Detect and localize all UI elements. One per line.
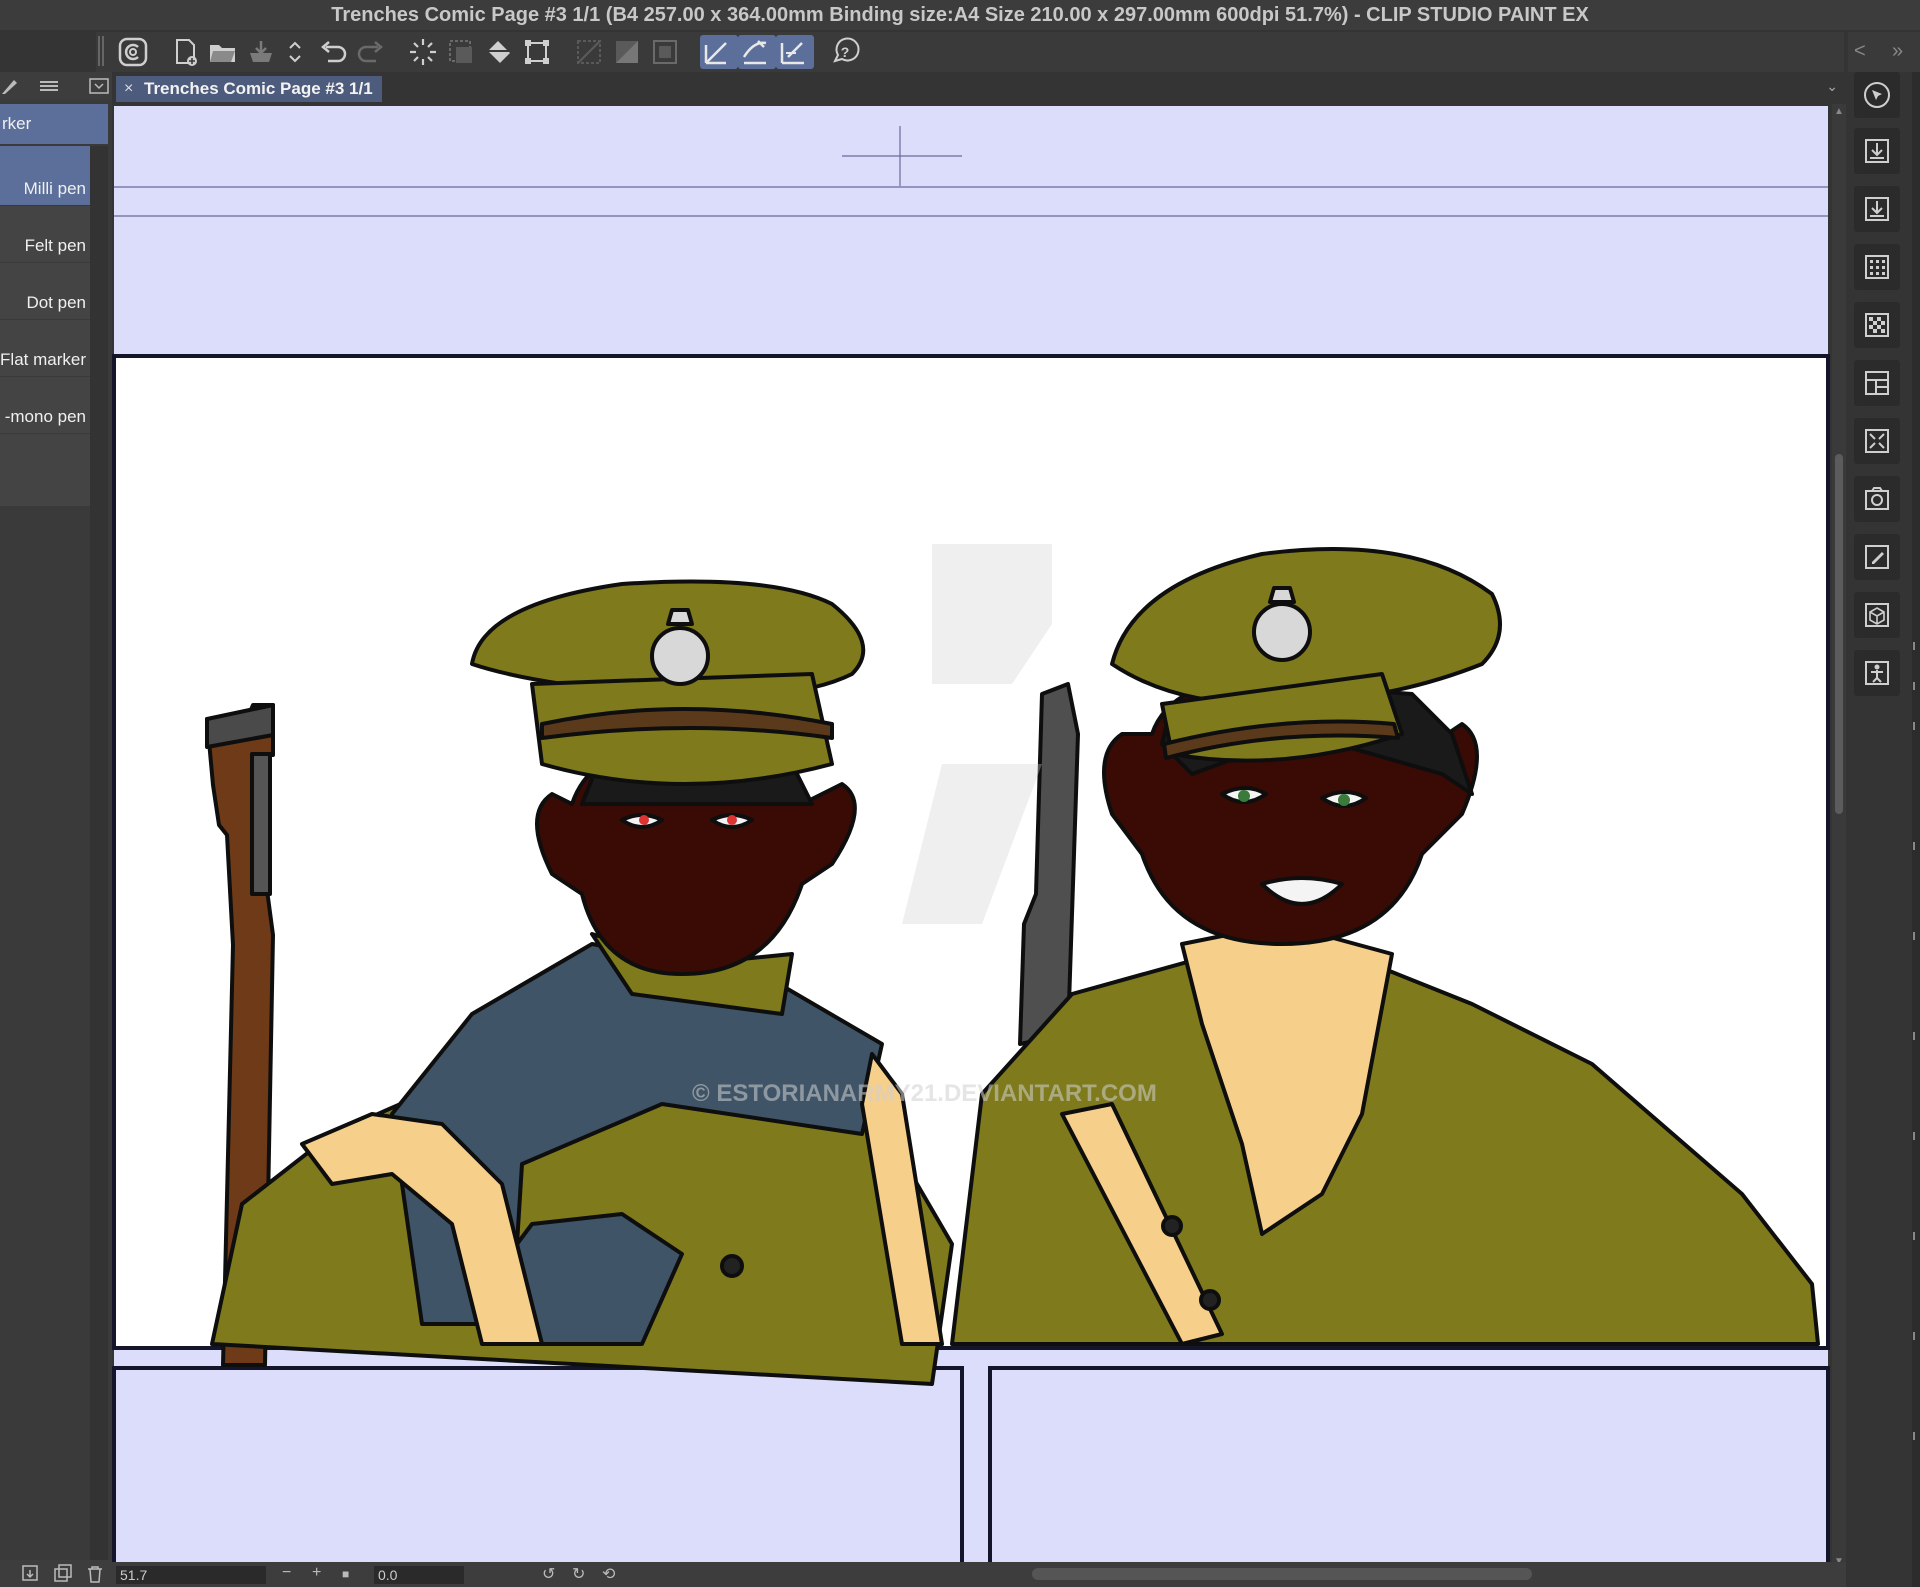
document-tab-bar: × Trenches Comic Page #3 1/1 ⌄ [112,72,1848,102]
horizontal-scroll-thumb[interactable] [1032,1568,1532,1580]
sub-tool-palette: rker Milli pen Felt pen Dot pen Flat mar… [0,72,112,1562]
palette-options-icon[interactable] [88,76,110,96]
import-icon[interactable] [1854,128,1900,174]
trash-icon[interactable] [84,1563,106,1585]
export-icon[interactable] [1854,186,1900,232]
rotate-left-button[interactable]: ↺ [542,1564,555,1584]
dock-edge-tick [1913,1132,1919,1140]
copy-subtool-icon[interactable] [20,1563,42,1585]
dock-edge-tick [1913,842,1919,850]
dock-edge-tick [1913,642,1919,650]
navigator-icon[interactable] [1854,72,1900,118]
panel-bottom-left [112,1366,964,1562]
sub-tool-group-tab[interactable]: rker [0,104,108,144]
layout-icon[interactable] [1854,360,1900,406]
snap-special-ruler-icon[interactable] [738,35,776,69]
clear-selection-icon[interactable] [444,35,478,69]
clip-studio-icon[interactable] [116,35,150,69]
checker-icon[interactable] [1854,302,1900,348]
convert-selection-icon[interactable] [648,35,682,69]
subtool-label: Flat marker [0,350,86,369]
redo-icon[interactable] [354,35,388,69]
snap-ruler-icon[interactable] [700,35,738,69]
dock-edge [1912,72,1920,1587]
3d-box-icon[interactable] [1854,592,1900,638]
zoom-out-button[interactable]: − [282,1564,291,1582]
stepper-icon[interactable] [278,35,301,69]
snap-grid-icon[interactable] [776,35,814,69]
canvas-area[interactable]: © ESTORIANARMY21.DEVIANTART.COM [112,104,1832,1562]
rotation-field[interactable]: 0.0 [374,1566,464,1584]
fill-icon[interactable] [482,35,516,69]
dock-edge-tick [1913,1232,1919,1240]
frame-icon[interactable] [1854,418,1900,464]
cap-badge-right [1252,602,1312,662]
vertical-scroll-thumb[interactable] [1835,454,1843,814]
scroll-up-icon[interactable]: ▲ [1834,106,1844,117]
subtool-label: Felt pen [24,236,86,255]
new-file-icon[interactable] [168,35,202,69]
clip-studio-window: Trenches Comic Page #3 1/1 (B4 257.00 x … [0,0,1920,1587]
dock-edge-tick [1913,682,1919,690]
sub-tool-palette-footer [0,1560,112,1587]
document-tab-label: Trenches Comic Page #3 1/1 [144,79,373,98]
subtool-dot-pen[interactable]: Dot pen [0,263,90,320]
hide-border-icon[interactable] [572,35,606,69]
open-file-icon[interactable] [206,35,240,69]
palette-arrows: < » [1848,32,1920,72]
status-bar: 51.7 − + ■ 0.0 ↺ ↻ ⟲ [112,1562,1846,1587]
svg-text:?: ? [841,44,850,60]
pose-icon[interactable] [1854,650,1900,696]
zoom-in-button[interactable]: + [312,1564,321,1582]
comic-page[interactable]: © ESTORIANARMY21.DEVIANTART.COM [112,104,1832,1562]
close-tab-icon[interactable]: × [124,76,133,102]
window-title: Trenches Comic Page #3 1/1 (B4 257.00 x … [0,0,1920,30]
transform-icon[interactable] [520,35,554,69]
subtool-mono-pen[interactable]: -mono pen [0,377,90,434]
panel-bottom-right [988,1366,1830,1562]
duplicate-subtool-icon[interactable] [52,1563,74,1585]
subtool-label: -mono pen [4,407,86,426]
sub-tool-list: Milli pen Felt pen Dot pen Flat marker -… [0,146,90,506]
help-icon[interactable]: ? [828,35,862,69]
dock-edge-tick [1913,932,1919,940]
subtool-label: Milli pen [23,179,86,198]
reset-rotation-button[interactable]: ⟲ [602,1564,615,1584]
canvas-vertical-scrollbar[interactable]: ▲ ▼ [1832,104,1846,1572]
subtool-milli-pen[interactable]: Milli pen [0,146,90,206]
document-tab[interactable]: × Trenches Comic Page #3 1/1 [116,76,382,102]
pen-icon[interactable] [0,76,22,96]
menu-icon[interactable] [38,76,60,96]
selection-launcher-icon[interactable] [406,35,440,69]
fit-to-screen-button[interactable]: ■ [342,1567,349,1581]
dock-edge-tick [1913,1332,1919,1340]
grid-icon[interactable] [1854,244,1900,290]
cap-badge-left [650,626,710,686]
watermark-text: © ESTORIANARMY21.DEVIANTART.COM [692,1080,1157,1107]
save-icon[interactable] [244,35,278,69]
right-palette-dock [1846,72,1920,1587]
dock-edge-tick [1913,1432,1919,1440]
rotate-right-button[interactable]: ↻ [572,1564,585,1584]
sub-tool-scrollbar[interactable] [90,146,108,1560]
dock-edge-tick [1913,1032,1919,1040]
dock-edge-tick [1913,722,1919,730]
sub-tool-palette-header [0,72,112,100]
subtool-felt-pen[interactable]: Felt pen [0,206,90,263]
subtool-label: Dot pen [26,293,86,312]
command-bar-grip[interactable] [98,36,104,66]
collapse-left-icon[interactable]: < [1854,40,1866,63]
invert-selection-icon[interactable] [610,35,644,69]
edit-icon[interactable] [1854,534,1900,580]
zoom-field[interactable]: 51.7 [116,1566,266,1584]
tab-list-dropdown-icon[interactable]: ⌄ [1826,78,1838,95]
camera-icon[interactable] [1854,476,1900,522]
collapse-right-icon[interactable]: » [1892,40,1903,63]
subtool-flat-marker[interactable]: Flat marker [0,320,90,377]
undo-icon[interactable] [316,35,350,69]
